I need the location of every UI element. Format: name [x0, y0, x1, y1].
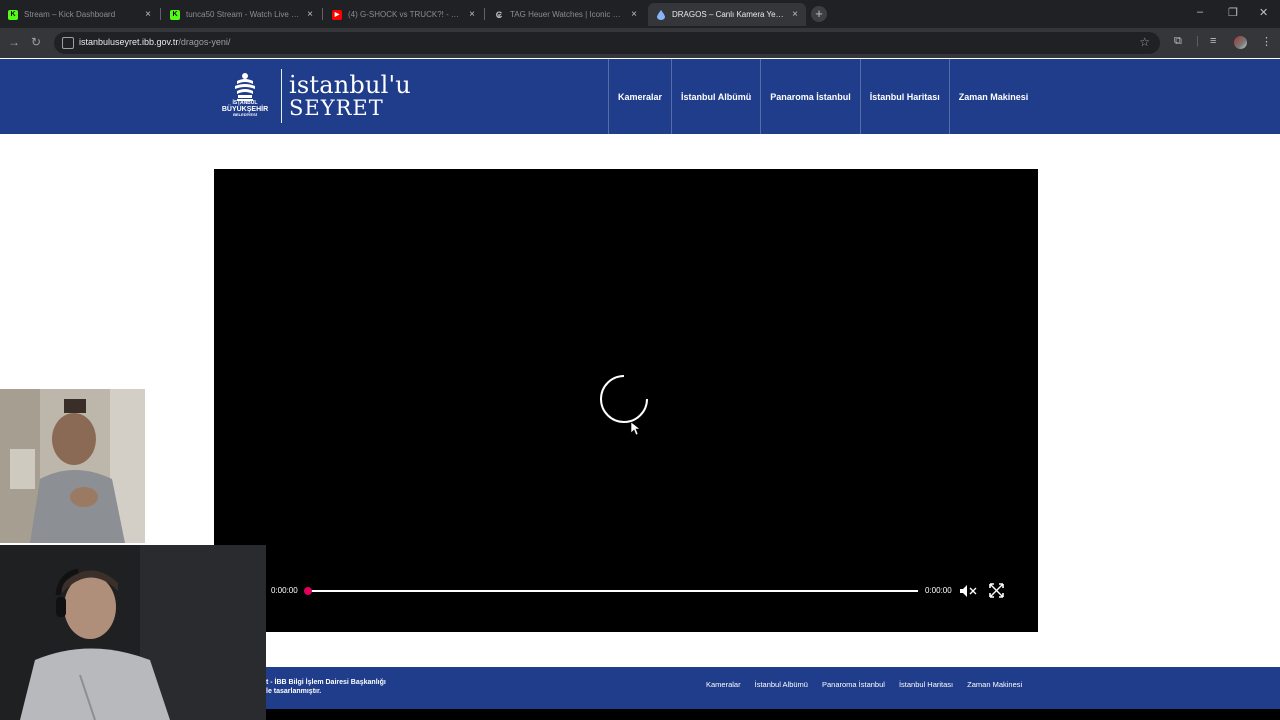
footer-link-kameralar[interactable]: Kameralar [706, 680, 741, 689]
tab-divider [484, 8, 485, 20]
tab-tunca50-stream[interactable]: K tunca50 Stream - Watch Live o… × [162, 3, 321, 26]
progress-bar[interactable] [306, 590, 918, 592]
nav-istanbul-albumu[interactable]: İstanbul Albümü [671, 59, 760, 134]
close-tab-icon[interactable]: × [792, 9, 798, 20]
fullscreen-icon[interactable] [989, 583, 1004, 598]
screen: K Stream – Kick Dashboard × K tunca50 St… [0, 0, 1280, 720]
current-time: 0:00:00 [271, 586, 298, 595]
kick-icon: K [8, 9, 18, 20]
url-path: /dragos-yeni/ [178, 37, 231, 47]
site-footer: t - İBB Bilgi İşlem Dairesi Başkanlığı l… [266, 667, 1280, 709]
tab-kick-dashboard[interactable]: K Stream – Kick Dashboard × [0, 3, 159, 26]
footer-credit: t - İBB Bilgi İşlem Dairesi Başkanlığı l… [266, 678, 386, 696]
tab-youtube-gshock[interactable]: ▶ (4) G-SHOCK vs TRUCK?! - You… × [324, 3, 483, 26]
mouse-cursor-icon [631, 422, 641, 436]
footer-credit-line1: t - İBB Bilgi İşlem Dairesi Başkanlığı [266, 679, 386, 686]
tab-divider [322, 8, 323, 20]
tab-title: (4) G-SHOCK vs TRUCK?! - You… [348, 10, 464, 19]
menu-kebab-icon[interactable]: ⋮ [1261, 35, 1272, 48]
toolbar-divider: | [1196, 35, 1199, 47]
media-controls-icon[interactable]: ≡ [1210, 35, 1216, 47]
logo-divider [281, 69, 282, 123]
progress-scrubber[interactable] [304, 587, 312, 595]
duration-time: 0:00:00 [925, 586, 952, 595]
emblem-line3: BELEDİYESİ [233, 112, 257, 117]
tab-divider [160, 8, 161, 20]
footer-link-zaman-makinesi[interactable]: Zaman Makinesi [967, 680, 1022, 689]
tab-title: TAG Heuer Watches | Iconic Sw… [510, 10, 626, 19]
main-nav: Kameralar İstanbul Albümü Panaroma İstan… [608, 59, 1037, 134]
video-player[interactable]: 0:00:00 0:00:00 [214, 169, 1038, 632]
tab-title: DRAGOS – Canlı Kamera Yeni – [672, 10, 787, 19]
emblem-label: İSTANBUL BÜYÜKŞEHİR BELEDİYESİ [213, 101, 277, 117]
tab-dragos-active[interactable]: DRAGOS – Canlı Kamera Yeni – × [648, 3, 806, 26]
url-text: istanbuluseyret.ibb.gov.tr/dragos-yeni/ [79, 37, 230, 47]
tab-tag-heuer[interactable]: ₢ TAG Heuer Watches | Iconic Sw… × [486, 3, 645, 26]
url-host: istanbuluseyret.ibb.gov.tr [79, 37, 179, 47]
nav-panaroma-istanbul[interactable]: Panaroma İstanbul [760, 59, 860, 134]
close-tab-icon[interactable]: × [307, 9, 313, 20]
logo-title-line2[interactable]: SEYRET [289, 96, 384, 120]
close-window-icon[interactable]: ✕ [1259, 6, 1268, 19]
site-header: İSTANBUL BÜYÜKŞEHİR BELEDİYESİ istanbul'… [0, 59, 1280, 134]
browser-toolbar: → ↻ istanbuluseyret.ibb.gov.tr/dragos-ye… [0, 28, 1280, 58]
new-tab-button[interactable]: + [811, 6, 827, 22]
loading-spinner-icon [600, 375, 648, 423]
drop-icon [656, 9, 666, 20]
close-tab-icon[interactable]: × [145, 9, 151, 20]
nav-zaman-makinesi[interactable]: Zaman Makinesi [948, 59, 1038, 134]
webcam-overlay-streamer [0, 545, 266, 720]
restore-icon[interactable]: ❐ [1228, 6, 1238, 19]
close-tab-icon[interactable]: × [631, 9, 637, 20]
tag-heuer-icon: ₢ [495, 9, 503, 20]
kick-icon: K [170, 9, 180, 20]
page-bottom-edge [266, 709, 1280, 720]
bookmark-star-icon[interactable]: ☆ [1139, 35, 1150, 49]
muted-speaker-icon[interactable] [959, 584, 977, 598]
site-info-icon[interactable] [62, 37, 74, 49]
footer-credit-line2: le tasarlanmıştır. [266, 688, 322, 695]
forward-icon[interactable]: → [8, 35, 20, 49]
youtube-icon: ▶ [332, 9, 342, 20]
close-tab-icon[interactable]: × [469, 9, 475, 20]
webcam-image [0, 545, 266, 720]
tab-title: Stream – Kick Dashboard [24, 10, 116, 19]
extensions-icon[interactable]: ⧉ [1174, 35, 1182, 48]
profile-avatar[interactable] [1234, 36, 1247, 49]
reload-icon[interactable]: ↻ [31, 35, 41, 49]
logo-title-line1[interactable]: istanbul'u [289, 71, 411, 99]
browser-tab-bar: K Stream – Kick Dashboard × K tunca50 St… [0, 0, 1280, 28]
minimize-icon[interactable]: – [1197, 6, 1203, 18]
footer-link-panaroma-istanbul[interactable]: Panaroma İstanbul [822, 680, 885, 689]
footer-link-istanbul-albumu[interactable]: İstanbul Albümü [755, 680, 808, 689]
footer-nav: Kameralar İstanbul Albümü Panaroma İstan… [706, 680, 1036, 689]
tab-title: tunca50 Stream - Watch Live o… [186, 10, 302, 19]
nav-istanbul-haritasi[interactable]: İstanbul Haritası [859, 59, 949, 134]
address-bar[interactable]: istanbuluseyret.ibb.gov.tr/dragos-yeni/ … [54, 32, 1160, 54]
footer-link-istanbul-haritasi[interactable]: İstanbul Haritası [899, 680, 953, 689]
nav-kameralar[interactable]: Kameralar [608, 59, 671, 134]
webcam-image [0, 389, 145, 543]
webcam-overlay-reaction [0, 389, 145, 543]
